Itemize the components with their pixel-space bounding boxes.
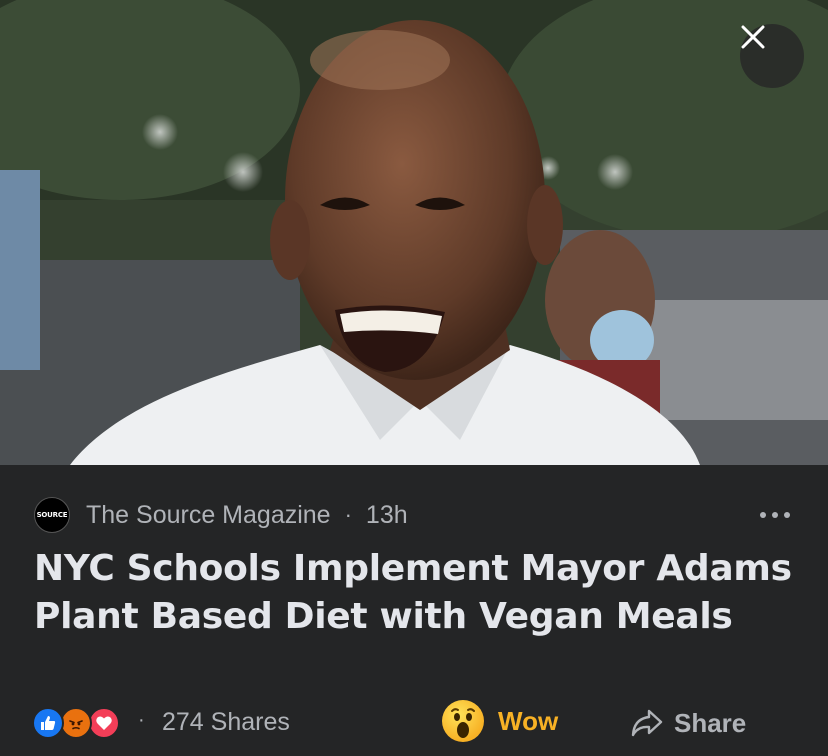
avatar-logo-text: SOURCE	[36, 511, 68, 519]
wow-reaction-button[interactable]: Wow	[442, 699, 558, 743]
post-card: SOURCE The Source Magazine · 13h NYC Sch…	[0, 465, 828, 756]
share-button[interactable]: Share	[630, 703, 746, 743]
close-icon	[741, 25, 765, 49]
wow-icon	[442, 700, 484, 742]
post-timestamp[interactable]: 13h	[366, 501, 408, 530]
reaction-summary[interactable]	[32, 707, 128, 739]
angry-icon	[60, 707, 92, 739]
wow-label: Wow	[498, 705, 559, 736]
love-icon	[88, 707, 120, 739]
post-footer: · 274 Shares Wow Share	[32, 700, 792, 745]
close-button[interactable]	[740, 24, 804, 88]
source-avatar[interactable]: SOURCE	[34, 497, 70, 533]
source-separator: ·	[344, 502, 352, 527]
photo-illustration	[0, 0, 828, 465]
more-horizontal-icon-dot	[772, 512, 778, 518]
more-horizontal-icon-dot	[784, 512, 790, 518]
more-options-button[interactable]	[760, 503, 790, 527]
post-photo[interactable]	[0, 0, 828, 465]
more-horizontal-icon	[760, 512, 766, 518]
footer-separator: ·	[138, 709, 145, 731]
like-icon	[32, 707, 64, 739]
share-label: Share	[674, 707, 747, 738]
post-source: SOURCE The Source Magazine · 13h	[34, 497, 408, 533]
share-arrow-icon	[631, 709, 663, 737]
source-name[interactable]: The Source Magazine	[86, 501, 331, 530]
post-headline[interactable]: NYC Schools Implement Mayor Adams Plant …	[34, 545, 794, 641]
share-count[interactable]: 274 Shares	[162, 708, 290, 737]
